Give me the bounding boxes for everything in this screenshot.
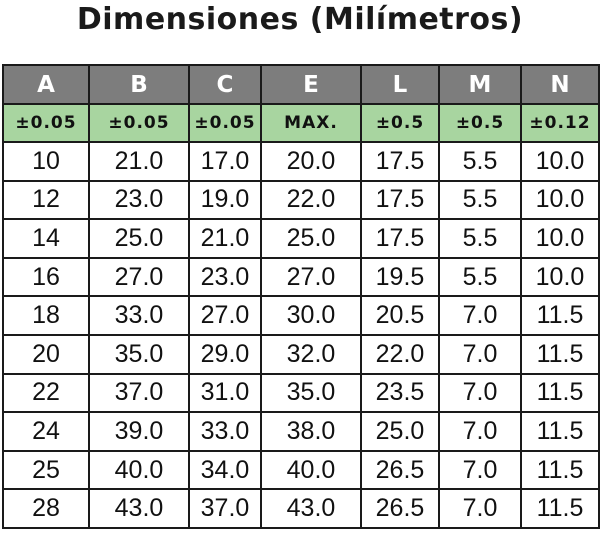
- table-cell-e: 40.0: [260, 449, 362, 491]
- tolerance-l: ±0.5: [360, 103, 440, 143]
- column-header-a: A: [2, 64, 90, 105]
- column-header-e: E: [260, 64, 362, 105]
- table-cell-a: 24: [2, 411, 90, 452]
- table-cell-c: 23.0: [188, 256, 262, 298]
- table-cell-c: 27.0: [188, 295, 262, 336]
- table-cell-e: 32.0: [260, 333, 362, 375]
- table-cell-b: 40.0: [88, 449, 190, 491]
- tolerance-a: ±0.05: [2, 103, 90, 143]
- column-header-m: M: [438, 64, 522, 105]
- table-cell-e: 38.0: [260, 411, 362, 452]
- table-cell-n: 11.5: [520, 295, 600, 336]
- column-header-b: B: [88, 64, 190, 105]
- table-cell-c: 29.0: [188, 333, 262, 375]
- table-cell-n: 11.5: [520, 449, 600, 491]
- table-cell-m: 5.5: [438, 256, 522, 298]
- table-cell-m: 5.5: [438, 179, 522, 221]
- tolerance-n: ±0.12: [520, 103, 600, 143]
- table-cell-n: 11.5: [520, 372, 600, 414]
- table-cell-b: 33.0: [88, 295, 190, 336]
- table-cell-b: 39.0: [88, 411, 190, 452]
- table-row: 16 27.0 23.0 27.0 19.5 5.5 10.0: [2, 256, 600, 298]
- table-cell-c: 21.0: [188, 218, 262, 259]
- table-cell-l: 25.0: [360, 411, 440, 452]
- table-cell-n: 10.0: [520, 141, 600, 182]
- table-cell-c: 17.0: [188, 141, 262, 182]
- table-cell-b: 37.0: [88, 372, 190, 414]
- table-cell-m: 7.0: [438, 488, 522, 529]
- table-cell-l: 23.5: [360, 372, 440, 414]
- table-row: 20 35.0 29.0 32.0 22.0 7.0 11.5: [2, 333, 600, 375]
- table-cell-e: 30.0: [260, 295, 362, 336]
- table-cell-b: 23.0: [88, 179, 190, 221]
- dimensions-table: A B C E L M N ±0.05 ±0.05 ±0.05 MAX. ±0.…: [2, 64, 600, 529]
- table-cell-c: 33.0: [188, 411, 262, 452]
- table-cell-l: 20.5: [360, 295, 440, 336]
- table-cell-m: 7.0: [438, 295, 522, 336]
- tolerance-row: ±0.05 ±0.05 ±0.05 MAX. ±0.5 ±0.5 ±0.12: [2, 103, 600, 143]
- table-cell-a: 22: [2, 372, 90, 414]
- table-cell-n: 10.0: [520, 218, 600, 259]
- table-cell-b: 25.0: [88, 218, 190, 259]
- table-cell-a: 14: [2, 218, 90, 259]
- table-cell-n: 11.5: [520, 488, 600, 529]
- table-cell-b: 35.0: [88, 333, 190, 375]
- table-row: 18 33.0 27.0 30.0 20.5 7.0 11.5: [2, 295, 600, 336]
- table-cell-l: 22.0: [360, 333, 440, 375]
- table-cell-a: 18: [2, 295, 90, 336]
- table-cell-n: 10.0: [520, 256, 600, 298]
- table-cell-m: 7.0: [438, 372, 522, 414]
- table-cell-a: 28: [2, 488, 90, 529]
- table-cell-n: 10.0: [520, 179, 600, 221]
- table-cell-c: 31.0: [188, 372, 262, 414]
- column-header-l: L: [360, 64, 440, 105]
- page-title: Dimensiones (Milímetros): [76, 2, 524, 37]
- tolerance-c: ±0.05: [188, 103, 262, 143]
- table-row: 10 21.0 17.0 20.0 17.5 5.5 10.0: [2, 141, 600, 182]
- table-row: 14 25.0 21.0 25.0 17.5 5.5 10.0: [2, 218, 600, 259]
- table-cell-l: 17.5: [360, 218, 440, 259]
- table-row: 24 39.0 33.0 38.0 25.0 7.0 11.5: [2, 411, 600, 452]
- table-cell-b: 27.0: [88, 256, 190, 298]
- table-cell-a: 20: [2, 333, 90, 375]
- table-cell-a: 12: [2, 179, 90, 221]
- table-cell-l: 17.5: [360, 141, 440, 182]
- column-header-c: C: [188, 64, 262, 105]
- tolerance-e: MAX.: [260, 103, 362, 143]
- table-cell-b: 43.0: [88, 488, 190, 529]
- table-cell-m: 7.0: [438, 411, 522, 452]
- table-cell-a: 16: [2, 256, 90, 298]
- table-cell-n: 11.5: [520, 411, 600, 452]
- table-cell-l: 19.5: [360, 256, 440, 298]
- table-cell-c: 19.0: [188, 179, 262, 221]
- table-cell-n: 11.5: [520, 333, 600, 375]
- table-cell-m: 7.0: [438, 449, 522, 491]
- column-header-row: A B C E L M N: [2, 64, 600, 105]
- table-cell-e: 27.0: [260, 256, 362, 298]
- table-cell-e: 25.0: [260, 218, 362, 259]
- table-row: 25 40.0 34.0 40.0 26.5 7.0 11.5: [2, 449, 600, 491]
- table-cell-e: 20.0: [260, 141, 362, 182]
- table-cell-l: 26.5: [360, 449, 440, 491]
- table-row: 22 37.0 31.0 35.0 23.5 7.0 11.5: [2, 372, 600, 414]
- table-row: 12 23.0 19.0 22.0 17.5 5.5 10.0: [2, 179, 600, 221]
- table-cell-m: 5.5: [438, 141, 522, 182]
- tolerance-b: ±0.05: [88, 103, 190, 143]
- tolerance-m: ±0.5: [438, 103, 522, 143]
- table-cell-m: 5.5: [438, 218, 522, 259]
- table-cell-l: 26.5: [360, 488, 440, 529]
- table-cell-c: 34.0: [188, 449, 262, 491]
- table-cell-a: 25: [2, 449, 90, 491]
- column-header-n: N: [520, 64, 600, 105]
- table-cell-e: 35.0: [260, 372, 362, 414]
- table-cell-a: 10: [2, 141, 90, 182]
- table-cell-e: 43.0: [260, 488, 362, 529]
- table-cell-e: 22.0: [260, 179, 362, 221]
- table-cell-c: 37.0: [188, 488, 262, 529]
- table-row: 28 43.0 37.0 43.0 26.5 7.0 11.5: [2, 488, 600, 529]
- table-cell-l: 17.5: [360, 179, 440, 221]
- table-cell-m: 7.0: [438, 333, 522, 375]
- table-cell-b: 21.0: [88, 141, 190, 182]
